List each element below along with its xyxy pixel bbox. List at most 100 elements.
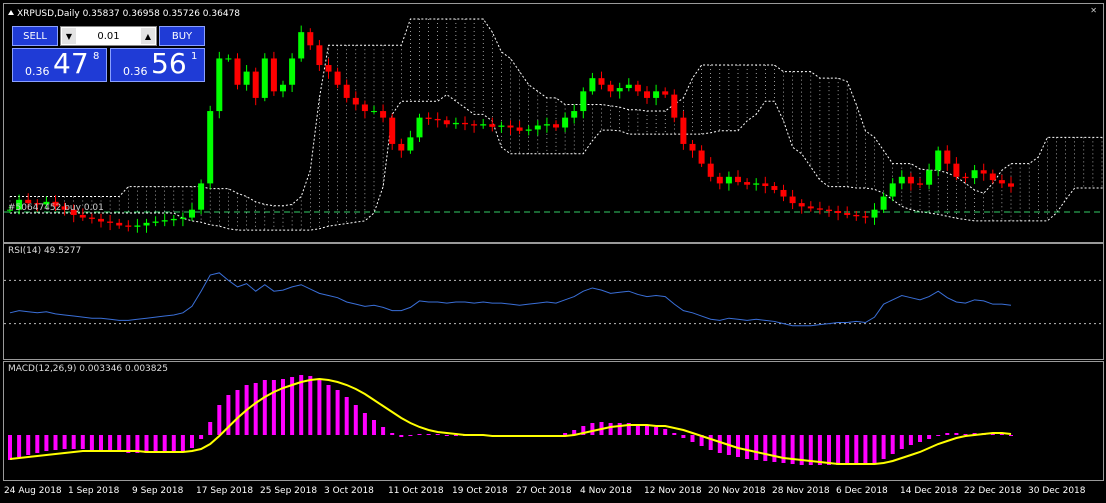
sell-button[interactable]: SELL (12, 26, 58, 46)
candle-body (516, 127, 523, 131)
candle-body (598, 78, 605, 85)
candle-body (671, 94, 678, 118)
macd-histogram-bar (417, 434, 422, 435)
candle-body (525, 129, 532, 131)
candle-body (534, 125, 541, 130)
candle-body (889, 183, 896, 197)
macd-histogram-bar (908, 435, 913, 445)
candle-body (280, 84, 286, 92)
macd-histogram-bar (426, 434, 431, 435)
candle-body (816, 208, 823, 210)
rsi-chart (4, 272, 1103, 327)
candle-body (589, 78, 596, 92)
time-axis: 24 Aug 2018 1 Sep 2018 9 Sep 2018 17 Sep 20… (0, 482, 1106, 503)
time-axis-label: 20 Nov 2018 (708, 486, 766, 496)
candle-body (653, 91, 660, 98)
candle-body (152, 221, 159, 223)
one-click-trade-panel: SELL ▼ ▲ BUY 0.36 47 8 0.36 56 1 (12, 26, 205, 82)
macd-histogram-bar (899, 435, 904, 449)
macd-histogram-bar (299, 375, 304, 435)
candle-body (79, 214, 86, 218)
candle-body (198, 183, 205, 210)
candle-body (471, 124, 478, 126)
candle-body (234, 58, 241, 85)
candle-body (352, 97, 359, 105)
candle-body (989, 173, 996, 181)
macd-histogram-bar (408, 435, 413, 436)
candle-body (462, 122, 468, 125)
candle-body (380, 111, 387, 118)
macd-histogram-bar (608, 423, 613, 435)
candle-body (179, 217, 186, 219)
candle-body (143, 222, 150, 226)
macd-histogram-bar (763, 435, 768, 461)
rsi-pane[interactable]: RSI(14) 49.5277 (3, 243, 1104, 360)
macd-histogram-bar (162, 435, 167, 453)
time-axis-label: 30 Dec 2018 (1028, 486, 1086, 496)
macd-histogram-bar (44, 435, 49, 451)
candle-body (107, 221, 114, 223)
time-axis-label: 28 Nov 2018 (772, 486, 830, 496)
macd-histogram-bar (80, 435, 85, 449)
candle-body (543, 124, 550, 126)
macd-histogram-bar (590, 423, 595, 435)
macd-histogram-bar (35, 435, 40, 453)
macd-chart (8, 375, 1013, 465)
macd-histogram-bar (563, 433, 568, 435)
price-chart-pane[interactable]: XRPUSD,Daily 0.35837 0.36958 0.35726 0.3… (3, 3, 1104, 243)
candle-body (798, 203, 805, 207)
candle-body (116, 222, 123, 226)
candle-body (553, 124, 559, 128)
candle-body (835, 211, 842, 213)
macd-histogram-bar (144, 435, 149, 453)
macd-histogram-bar (171, 435, 176, 452)
candle-body (261, 58, 268, 98)
candle-body (917, 183, 923, 185)
candle-body (216, 58, 223, 112)
sell-price-big: 47 (53, 47, 89, 80)
candle-body (416, 117, 423, 138)
candle-body (307, 32, 314, 46)
macd-histogram-bar (872, 435, 877, 463)
macd-histogram-bar (817, 435, 822, 465)
macd-histogram-bar (845, 435, 850, 465)
macd-histogram-bar (362, 413, 367, 435)
candle-body (489, 124, 496, 127)
macd-histogram-bar (344, 397, 349, 435)
macd-histogram-bar (199, 435, 204, 439)
macd-histogram-bar (99, 435, 103, 450)
candle-body (480, 124, 487, 126)
macd-histogram-bar (108, 435, 113, 451)
time-axis-label: 4 Nov 2018 (580, 486, 632, 496)
macd-histogram-bar (190, 435, 194, 448)
buy-price-button[interactable]: 0.36 56 1 (110, 47, 205, 82)
lot-increase-icon[interactable]: ▲ (141, 28, 155, 44)
candle-body (298, 32, 305, 59)
symbol-header-text: XRPUSD,Daily 0.35837 0.36958 0.35726 0.3… (17, 9, 241, 19)
lot-decrease-icon[interactable]: ▼ (62, 28, 76, 44)
macd-histogram-bar (654, 427, 659, 435)
buy-button[interactable]: BUY (159, 26, 205, 46)
candle-body (625, 84, 632, 89)
macd-histogram-bar (708, 435, 713, 450)
candle-body (662, 91, 669, 95)
candle-body (807, 206, 814, 209)
macd-histogram-bar (617, 423, 622, 435)
macd-histogram-bar (890, 435, 895, 454)
candle-body (898, 176, 905, 184)
candle-body (343, 84, 350, 98)
candle-body (771, 186, 778, 190)
candle-body (844, 212, 851, 215)
candle-body (744, 182, 751, 185)
rsi-label: RSI(14) 49.5277 (8, 246, 82, 256)
macd-histogram-bar (881, 435, 886, 459)
candle-body (289, 58, 296, 85)
time-axis-label: 6 Dec 2018 (836, 486, 888, 496)
close-icon[interactable]: ✕ (1090, 6, 1097, 15)
sell-price-button[interactable]: 0.36 47 8 (12, 47, 107, 82)
time-axis-label: 22 Dec 2018 (964, 486, 1022, 496)
macd-pane[interactable]: MACD(12,26,9) 0.003346 0.003825 (3, 361, 1104, 481)
lot-size-input[interactable] (77, 28, 140, 44)
order-line-label[interactable]: #50647452 buy 0.01 (8, 203, 104, 213)
macd-histogram-bar (645, 426, 649, 435)
